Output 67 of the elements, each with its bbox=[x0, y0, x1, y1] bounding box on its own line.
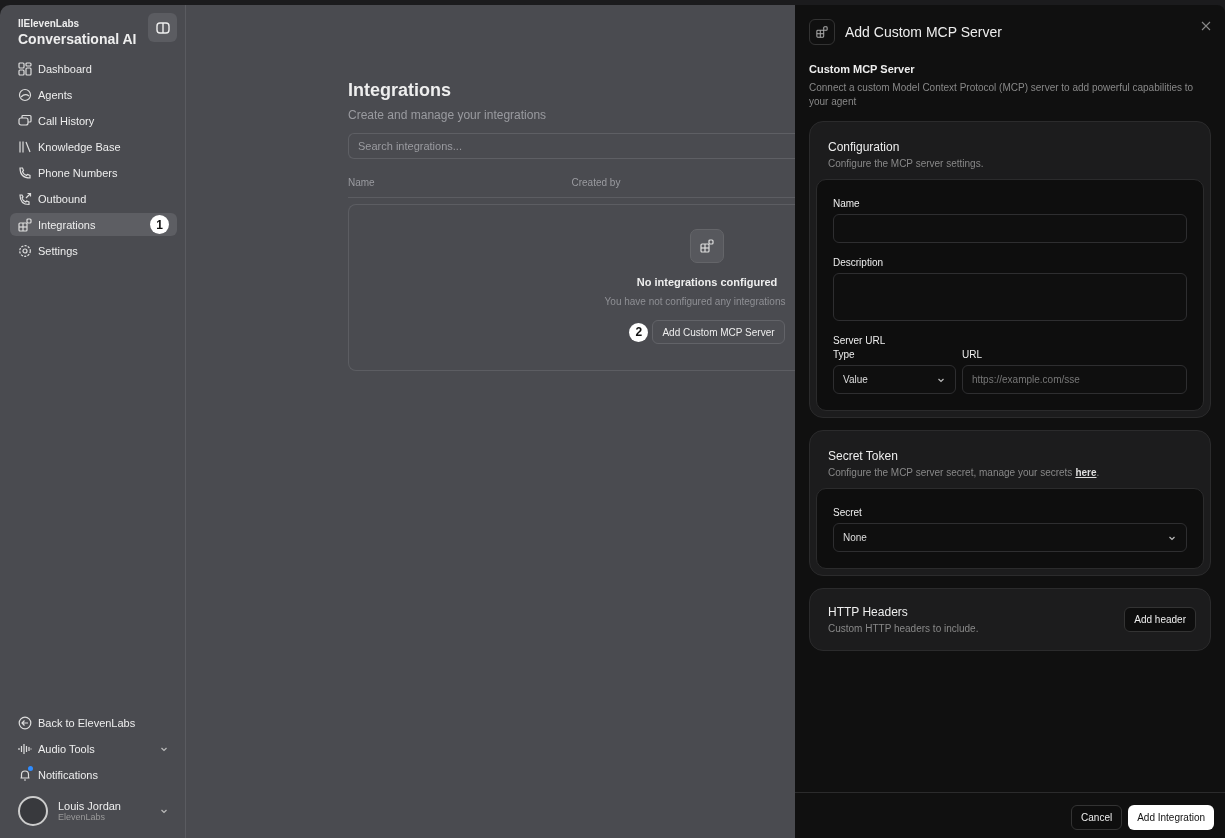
add-header-button[interactable]: Add header bbox=[1124, 607, 1196, 632]
secret-dropdown[interactable]: None bbox=[833, 523, 1187, 552]
phone-icon bbox=[18, 165, 32, 180]
card-title: Configuration bbox=[827, 140, 901, 154]
sidebar-toggle-icon bbox=[155, 21, 170, 34]
card-subtitle: Configure the MCP server secret, manage your secrets bbox=[828, 467, 1073, 478]
page-subtitle: Create and manage your integrations bbox=[348, 108, 548, 122]
field-label: Secret bbox=[833, 507, 863, 518]
panel-title: Add Custom MCP Server bbox=[845, 24, 1003, 40]
nav-item[interactable]: Phone Numbers bbox=[10, 161, 177, 184]
card-title: HTTP Headers bbox=[827, 605, 909, 619]
field-label: Name bbox=[833, 198, 861, 209]
cancel-button[interactable]: Cancel bbox=[1071, 805, 1123, 830]
nav-item[interactable]: Agents bbox=[10, 83, 177, 106]
nav-item[interactable]: Dashboard bbox=[10, 57, 177, 80]
step-number-badge: 2 bbox=[629, 322, 649, 342]
field-label: URL bbox=[962, 349, 983, 360]
card-subtitle: Configure the MCP server settings. bbox=[827, 158, 985, 169]
nav-item[interactable]: Outbound bbox=[10, 187, 177, 210]
integrations-icon bbox=[809, 19, 835, 45]
user-name: Louis Jordan bbox=[58, 800, 122, 812]
column-header: Name bbox=[348, 177, 376, 188]
books-icon bbox=[18, 139, 32, 154]
user-menu[interactable]: Louis Jordan ElevenLabs bbox=[10, 790, 177, 832]
column-header: Created by bbox=[571, 177, 622, 188]
card-subtitle: Custom HTTP headers to include. bbox=[827, 623, 979, 634]
add-integration-button[interactable]: Add Integration bbox=[1128, 805, 1214, 830]
section-heading: Custom MCP Server bbox=[809, 63, 916, 75]
gear-icon bbox=[18, 243, 32, 258]
search-field[interactable]: Search integrations... bbox=[348, 133, 795, 159]
name-input-field[interactable] bbox=[833, 214, 1187, 243]
user-organization: ElevenLabs bbox=[58, 812, 107, 822]
outbound-icon bbox=[18, 191, 32, 206]
field-label: Description bbox=[833, 257, 885, 268]
description-input-field[interactable] bbox=[833, 273, 1187, 321]
app-title: Conversational AI bbox=[18, 31, 137, 47]
dashboard-icon bbox=[18, 61, 32, 76]
chat-icon bbox=[18, 113, 32, 128]
field-label: Server URL bbox=[833, 335, 887, 346]
close-icon[interactable] bbox=[1201, 21, 1211, 31]
nav-item[interactable]: Integrations 1 bbox=[10, 213, 177, 236]
avatar bbox=[18, 796, 48, 826]
sidebar-toggle-button[interactable] bbox=[148, 13, 177, 42]
period: . bbox=[1096, 467, 1100, 478]
url-input-field[interactable]: https://example.com/sse bbox=[962, 365, 1187, 394]
brand-logo: IIElevenLabs bbox=[18, 18, 81, 29]
nav-item[interactable]: Audio Tools bbox=[10, 737, 177, 760]
card-title: Secret Token bbox=[827, 449, 899, 463]
nav-item[interactable]: Knowledge Base bbox=[10, 135, 177, 158]
nav-item[interactable]: Back to ElevenLabs bbox=[10, 711, 177, 734]
bell-icon bbox=[18, 767, 32, 782]
secrets-link[interactable]: here bbox=[1075, 467, 1097, 478]
page-title: Integrations bbox=[348, 80, 452, 101]
section-description: Connect a custom Model Context Protocol (MCP) server to add powerful capabilities to your agent bbox=[809, 81, 1195, 109]
type-dropdown[interactable]: Value bbox=[833, 365, 956, 394]
integrations-icon bbox=[18, 217, 32, 232]
waveform-icon bbox=[18, 741, 32, 756]
empty-state-title: No integrations configured bbox=[636, 276, 778, 288]
field-label: Type bbox=[833, 349, 856, 360]
step-number-badge: 1 bbox=[150, 215, 169, 234]
nav-item[interactable]: Notifications bbox=[10, 763, 177, 786]
nav-item[interactable]: Call History bbox=[10, 109, 177, 132]
integrations-icon bbox=[690, 229, 724, 263]
add-custom-mcp-server-button[interactable]: Add Custom MCP Server bbox=[652, 320, 785, 344]
nav-item[interactable]: Settings bbox=[10, 239, 177, 262]
agents-icon bbox=[18, 87, 32, 102]
empty-state-text: You have not configured any integrations bbox=[604, 296, 786, 307]
